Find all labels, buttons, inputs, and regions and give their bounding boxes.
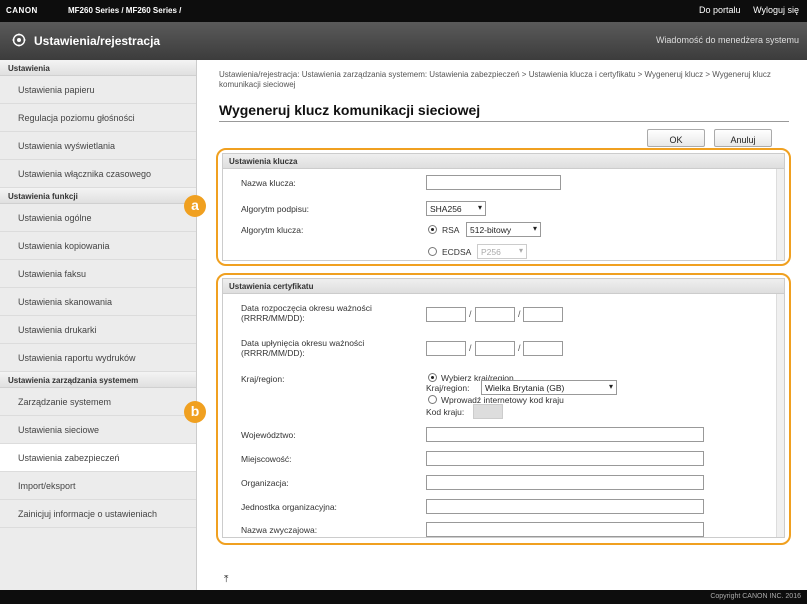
footer: Copyright CANON INC. 2016	[0, 590, 807, 604]
sidebar: Ustawienia Ustawienia papieru Regulacja …	[0, 60, 197, 590]
title-divider	[219, 121, 789, 122]
ok-button[interactable]: OK	[647, 129, 705, 147]
logout-link[interactable]: Wyloguj się	[753, 5, 799, 15]
settings-gear-icon	[12, 33, 26, 47]
sidebar-item-general[interactable]: Ustawienia ogólne	[0, 204, 196, 232]
sidebar-item-timer[interactable]: Ustawienia włącznika czasowego	[0, 160, 196, 188]
sidebar-item-initialize[interactable]: Zainicjuj informacje o ustawieniach	[0, 500, 196, 528]
admin-message-link[interactable]: Wiadomość do menedżera systemu	[656, 35, 799, 45]
sidebar-item-system-management[interactable]: Zarządzanie systemem	[0, 388, 196, 416]
callout-ring-a	[216, 148, 791, 266]
callout-ring-b	[216, 273, 791, 545]
sidebar-item-scan[interactable]: Ustawienia skanowania	[0, 288, 196, 316]
page-title: Wygeneruj klucz komunikacji sieciowej	[219, 102, 481, 118]
cancel-button[interactable]: Anuluj	[714, 129, 772, 147]
sidebar-item-network[interactable]: Ustawienia sieciowe	[0, 416, 196, 444]
sidebar-item-fax[interactable]: Ustawienia faksu	[0, 260, 196, 288]
main-content: Ustawienia/rejestracja: Ustawienia zarzą…	[197, 60, 807, 590]
breadcrumb: Ustawienia/rejestracja: Ustawienia zarzą…	[219, 70, 771, 89]
app-title: Ustawienia/rejestracja	[34, 34, 161, 48]
sidebar-item-paper[interactable]: Ustawienia papieru	[0, 76, 196, 104]
sidebar-section-system: Ustawienia zarządzania systemem	[0, 372, 196, 388]
title-bar: Ustawienia/rejestracja Wiadomość do mene…	[0, 22, 807, 60]
sidebar-item-volume[interactable]: Regulacja poziomu głośności	[0, 104, 196, 132]
callout-badge-b: b	[184, 401, 206, 423]
sidebar-item-security[interactable]: Ustawienia zabezpieczeń	[0, 444, 196, 472]
portal-link[interactable]: Do portalu	[699, 5, 741, 15]
sidebar-section-settings: Ustawienia	[0, 60, 196, 76]
scroll-to-top-icon[interactable]: ⤒	[224, 574, 228, 585]
sidebar-section-functions: Ustawienia funkcji	[0, 188, 196, 204]
sidebar-item-import-export[interactable]: Import/eksport	[0, 472, 196, 500]
sidebar-item-print-report[interactable]: Ustawienia raportu wydruków	[0, 344, 196, 372]
sidebar-item-copy[interactable]: Ustawienia kopiowania	[0, 232, 196, 260]
device-model: MF260 Series / MF260 Series /	[68, 6, 182, 15]
brand-logo: CANON	[6, 6, 38, 15]
sidebar-item-display[interactable]: Ustawienia wyświetlania	[0, 132, 196, 160]
sidebar-item-printer[interactable]: Ustawienia drukarki	[0, 316, 196, 344]
top-bar: CANON MF260 Series / MF260 Series / Do p…	[0, 0, 807, 22]
callout-badge-a: a	[184, 195, 206, 217]
copyright: Copyright CANON INC. 2016	[710, 593, 801, 600]
